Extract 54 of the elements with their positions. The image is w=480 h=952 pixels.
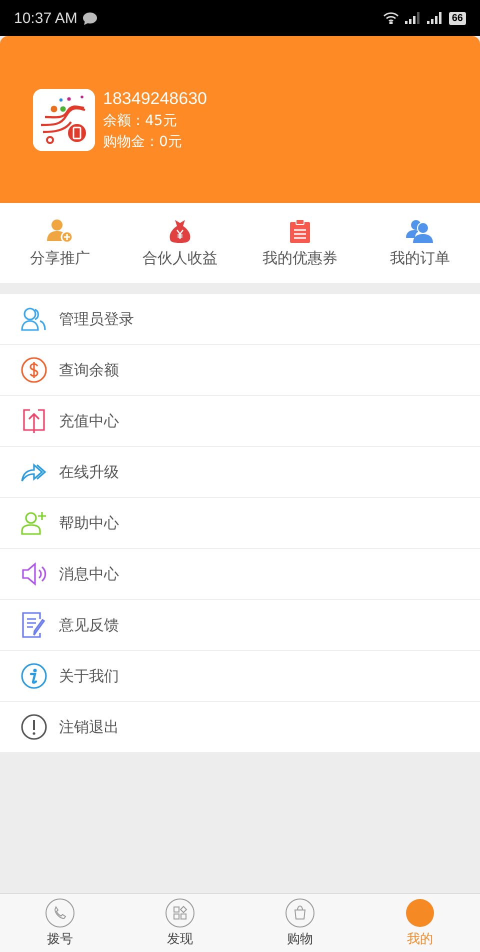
- exclamation-icon: [21, 714, 47, 740]
- shortcut-button[interactable]: 我的优惠券: [240, 203, 360, 283]
- nav-tab[interactable]: 发现: [120, 894, 240, 952]
- menu-item[interactable]: 关于我们: [0, 651, 480, 702]
- upload-icon: [22, 408, 46, 434]
- menu-item[interactable]: 帮助中心: [0, 498, 480, 549]
- dollar-icon: [21, 357, 47, 383]
- menu-item[interactable]: 管理员登录: [0, 294, 480, 345]
- shortcut-button[interactable]: 合伙人收益: [120, 203, 240, 283]
- menu-label: 帮助中心: [59, 514, 119, 532]
- phone-number: 18349248630: [103, 88, 208, 108]
- menu-label: 管理员登录: [59, 310, 134, 328]
- grid-icon: [165, 898, 195, 928]
- menu-label: 查询余额: [59, 360, 119, 380]
- message-icon: [83, 12, 98, 24]
- menu-label: 在线升级: [59, 462, 119, 482]
- battery-level: 66: [448, 12, 466, 24]
- signal-icon: [426, 12, 443, 24]
- menu-label: 注销退出: [59, 718, 119, 736]
- profile-icon: [405, 898, 435, 928]
- money-bag-icon: [169, 218, 191, 242]
- menu-label: 关于我们: [59, 666, 119, 686]
- shortcut-button[interactable]: 我的订单: [360, 203, 480, 283]
- edit-note-icon: [22, 612, 46, 638]
- forward-arrows-icon: [21, 461, 47, 483]
- signal-icon: [404, 12, 421, 24]
- phone-icon: [45, 898, 75, 928]
- users-icon: [21, 307, 47, 331]
- credit-value: 0元: [159, 132, 182, 150]
- menu-item[interactable]: 查询余额: [0, 345, 480, 396]
- shortcut-button[interactable]: 分享推广: [0, 203, 120, 283]
- credit-label: 购物金：: [103, 132, 159, 150]
- menu-label: 充值中心: [59, 412, 119, 430]
- menu-item[interactable]: 意见反馈: [0, 600, 480, 651]
- shopping-bag-icon: [285, 898, 315, 928]
- status-time: 10:37 AM: [14, 10, 78, 26]
- wifi-icon: [382, 12, 399, 24]
- menu-label: 消息中心: [59, 564, 119, 584]
- user-add-icon: [47, 218, 73, 242]
- menu-item[interactable]: 充值中心: [0, 396, 480, 447]
- info-icon: [21, 663, 47, 689]
- user-add-icon: [21, 511, 47, 535]
- menu-label: 意见反馈: [59, 616, 119, 634]
- balance-label: 余额：: [103, 112, 145, 130]
- nav-tab[interactable]: 购物: [240, 894, 360, 952]
- speaker-icon: [21, 562, 47, 586]
- menu-item[interactable]: 消息中心: [0, 549, 480, 600]
- nav-tab[interactable]: 拨号: [0, 894, 120, 952]
- clipboard-icon: [289, 218, 311, 242]
- menu-item[interactable]: 在线升级: [0, 447, 480, 498]
- balance-value: 45元: [145, 112, 177, 130]
- menu-item[interactable]: 注销退出: [0, 702, 480, 753]
- users-icon: [406, 218, 434, 242]
- cart-logo-icon: [33, 88, 95, 150]
